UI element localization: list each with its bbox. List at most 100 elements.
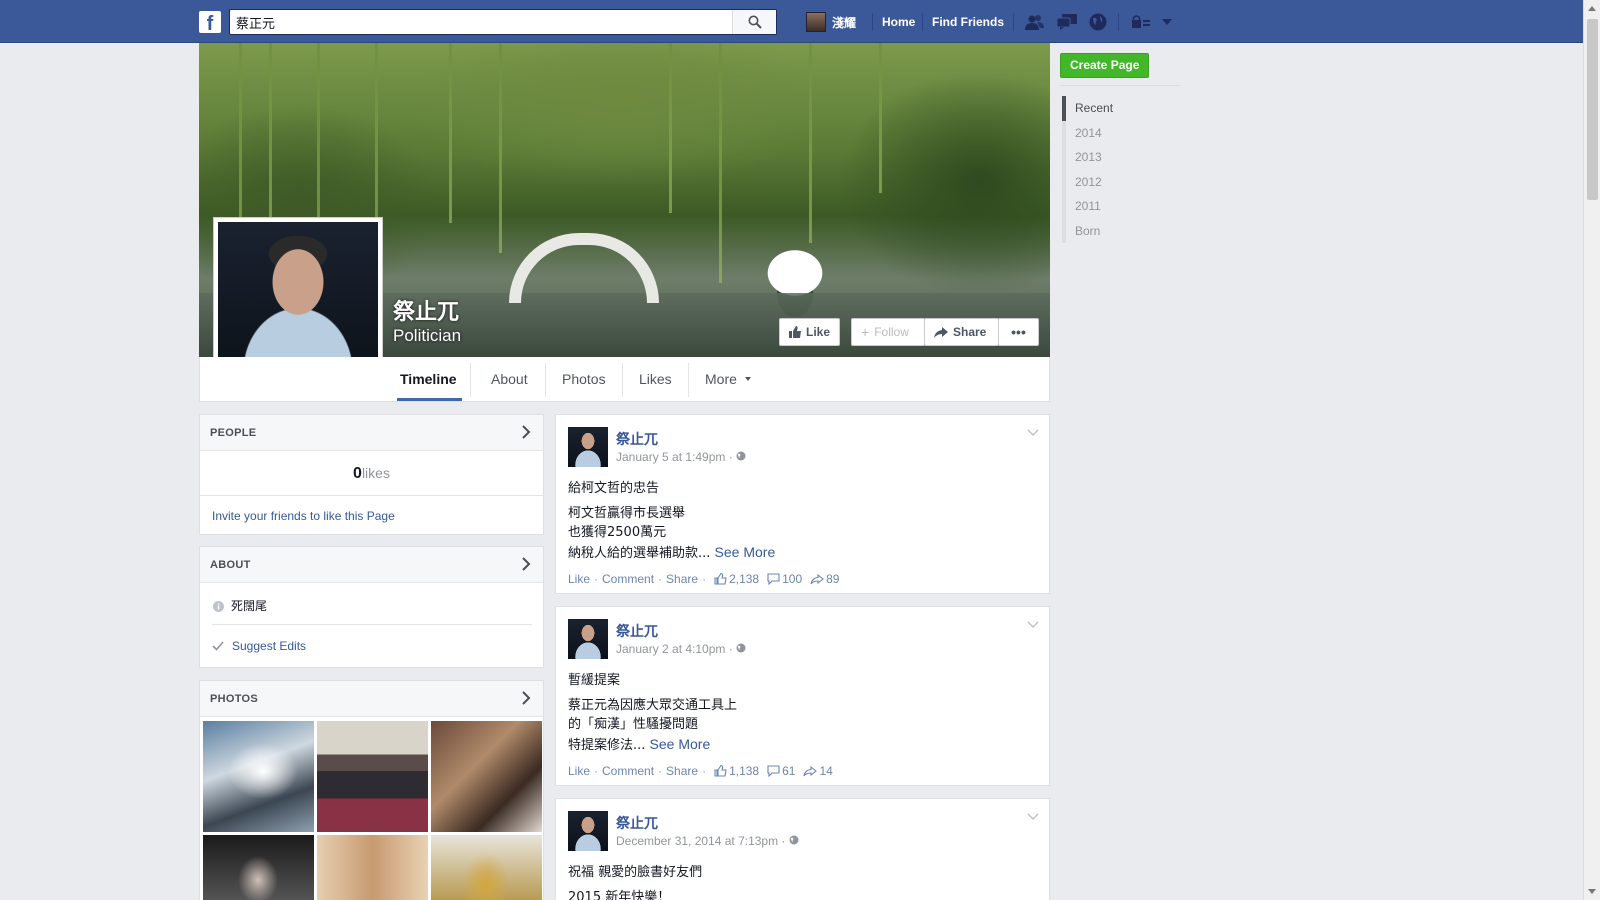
post-author-name[interactable]: 祭止兀	[616, 813, 658, 833]
post-author-avatar[interactable]	[568, 427, 608, 467]
chevron-down-icon[interactable]	[1027, 813, 1039, 821]
photo-thumbnail-group[interactable]	[431, 721, 542, 832]
nav-divider	[1013, 13, 1014, 31]
people-card-header[interactable]: PEOPLE	[200, 415, 543, 451]
user-avatar[interactable]	[806, 12, 826, 32]
photos-card-header[interactable]: PHOTOS	[200, 681, 543, 717]
likes-count: 0	[353, 465, 362, 482]
year-nav-born[interactable]: Born	[1062, 218, 1113, 243]
thumbs-up-icon	[714, 573, 727, 585]
post-timestamp[interactable]: January 5 at 1:49pm ·	[616, 450, 746, 464]
page-name[interactable]: 祭止兀	[393, 294, 459, 326]
feed-post: 祭止兀 January 5 at 1:49pm · 給柯文哲的忠告 柯文哲贏得市…	[555, 414, 1050, 594]
likes-stat[interactable]: 2,138	[714, 572, 759, 586]
photo-thumbnail-calligraphy[interactable]	[317, 835, 428, 900]
photo-thumbnail-portrait[interactable]	[203, 835, 314, 900]
comments-stat[interactable]: 61	[767, 764, 795, 778]
photo-thumbnail-emperor[interactable]	[431, 835, 542, 900]
willow-branch	[879, 43, 882, 193]
create-page-button[interactable]: Create Page	[1060, 53, 1150, 78]
nav-divider	[922, 13, 923, 31]
more-options-button[interactable]: •••	[998, 318, 1039, 346]
user-name-link[interactable]: 淺耀	[832, 14, 856, 31]
comments-count: 61	[782, 764, 796, 778]
about-card: ABOUT 死闊尾 Suggest Edits	[199, 546, 544, 668]
chevron-down-icon[interactable]	[1027, 429, 1039, 437]
tab-photos[interactable]: Photos	[562, 371, 606, 387]
tab-divider	[622, 363, 623, 397]
year-nav-2012[interactable]: 2012	[1062, 169, 1113, 194]
post-like-link[interactable]: Like	[568, 764, 590, 778]
tab-likes[interactable]: Likes	[639, 371, 672, 387]
shares-stat[interactable]: 89	[810, 572, 839, 586]
tab-divider	[470, 363, 471, 397]
post-share-link[interactable]: Share	[666, 572, 698, 586]
find-friends-link[interactable]: Find Friends	[932, 15, 1004, 29]
post-author-name[interactable]: 祭止兀	[616, 429, 658, 449]
photo-thumbnail-meeting[interactable]	[317, 721, 428, 832]
willow-branch	[499, 43, 502, 253]
tab-timeline[interactable]: Timeline	[400, 371, 457, 387]
year-nav-2013[interactable]: 2013	[1062, 145, 1113, 170]
facebook-logo-icon[interactable]: f	[199, 11, 221, 33]
account-dropdown-icon[interactable]	[1156, 11, 1178, 33]
comments-stat[interactable]: 100	[767, 572, 802, 586]
active-tab-indicator	[397, 398, 462, 401]
post-like-link[interactable]: Like	[568, 572, 590, 586]
home-link[interactable]: Home	[882, 15, 915, 29]
feed-post: 祭止兀 December 31, 2014 at 7:13pm · 祝福 親愛的…	[555, 798, 1050, 900]
year-nav-2014[interactable]: 2014	[1062, 120, 1113, 145]
chevron-down-icon[interactable]	[1027, 621, 1039, 629]
chevron-right-icon[interactable]	[519, 425, 533, 439]
tab-more[interactable]: More	[705, 371, 737, 387]
nav-divider	[872, 13, 873, 31]
friend-requests-icon[interactable]	[1024, 11, 1046, 33]
post-author-avatar[interactable]	[568, 811, 608, 851]
year-nav-recent[interactable]: Recent	[1062, 96, 1113, 121]
post-timestamp[interactable]: January 2 at 4:10pm ·	[616, 642, 746, 656]
search-box	[229, 9, 777, 35]
see-more-link[interactable]: See More	[715, 544, 776, 560]
willow-branch	[269, 43, 272, 243]
post-share-link[interactable]: Share	[666, 764, 698, 778]
search-input[interactable]	[230, 10, 732, 34]
privacy-lock-icon[interactable]	[1130, 11, 1152, 33]
willow-branch	[669, 43, 672, 213]
tab-about[interactable]: About	[491, 371, 528, 387]
about-card-header[interactable]: ABOUT	[200, 547, 543, 583]
post-author-avatar[interactable]	[568, 619, 608, 659]
search-button[interactable]	[732, 10, 776, 34]
post-time-text: January 2 at 4:10pm	[616, 642, 726, 656]
follow-button[interactable]: + Follow	[851, 318, 925, 346]
post-comment-link[interactable]: Comment	[602, 764, 654, 778]
year-nav-2011[interactable]: 2011	[1062, 194, 1113, 219]
shares-stat[interactable]: 14	[803, 764, 833, 778]
see-more-link[interactable]: See More	[650, 736, 711, 752]
messages-icon[interactable]	[1056, 11, 1078, 33]
scroll-down-arrow-icon[interactable]	[1588, 889, 1596, 894]
page-scrollbar[interactable]	[1583, 0, 1600, 900]
suggest-edits-link[interactable]: Suggest Edits	[232, 639, 306, 653]
globe-icon	[736, 451, 746, 461]
follow-button-label: Follow	[874, 325, 909, 339]
post-author-name[interactable]: 祭止兀	[616, 621, 658, 641]
chevron-right-icon[interactable]	[519, 691, 533, 705]
scrollbar-thumb[interactable]	[1587, 19, 1598, 200]
photo-thumbnail-mountain[interactable]	[203, 721, 314, 832]
post-line: 蔡正元為因應大眾交通工具上	[568, 697, 738, 713]
ellipsis-icon: •••	[1011, 324, 1026, 340]
post-line: 柯文哲贏得市長選舉	[568, 505, 686, 521]
arch-bridge	[509, 233, 659, 303]
notifications-globe-icon[interactable]	[1087, 11, 1109, 33]
people-header-label: PEOPLE	[210, 427, 257, 439]
likes-count-row: 0likes	[200, 451, 543, 496]
share-page-button[interactable]: Share	[924, 318, 999, 346]
scroll-up-arrow-icon[interactable]	[1588, 6, 1596, 11]
post-comment-link[interactable]: Comment	[602, 572, 654, 586]
invite-friends-link[interactable]: Invite your friends to like this Page	[212, 509, 395, 523]
chevron-right-icon[interactable]	[519, 557, 533, 571]
post-timestamp[interactable]: December 31, 2014 at 7:13pm ·	[616, 834, 799, 848]
likes-stat[interactable]: 1,138	[714, 764, 759, 778]
globe-icon	[789, 835, 799, 845]
like-page-button[interactable]: Like	[779, 318, 840, 346]
